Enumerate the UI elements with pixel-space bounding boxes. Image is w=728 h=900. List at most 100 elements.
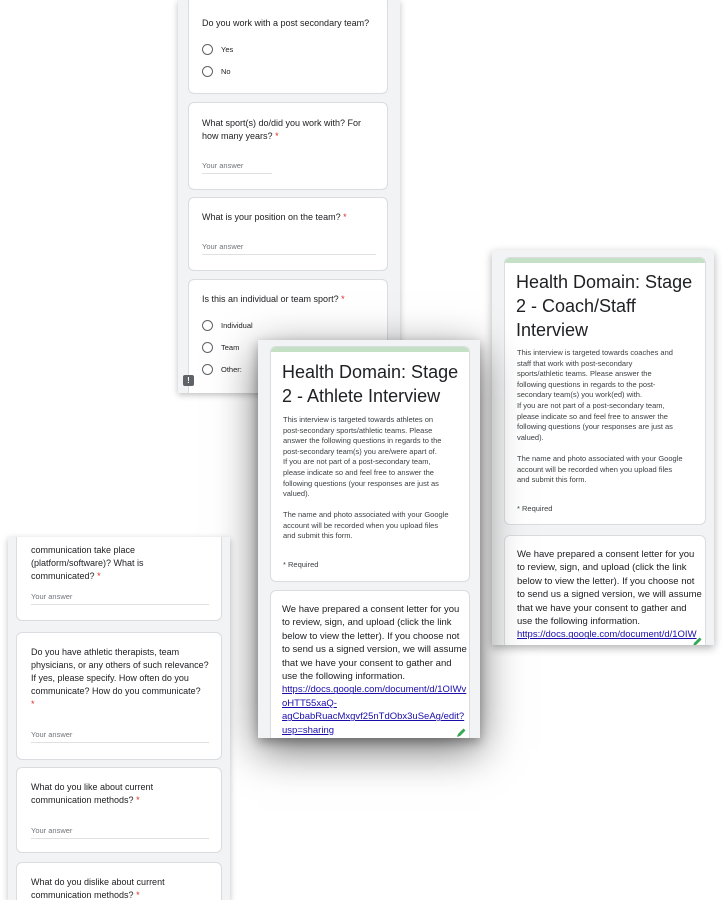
radio-label: No — [221, 67, 231, 76]
coach-form-panel: Health Domain: Stage 2 - Coach/Staff Int… — [492, 250, 714, 645]
bottom-form-panel: communication take place (platform/softw… — [8, 537, 230, 900]
desc-line: If you are not part of a post-secondary … — [283, 457, 431, 467]
consent-letter-link[interactable]: https://docs.google.com/document/d/1OIW — [517, 628, 703, 641]
question-card-communication-platform: communication take place (platform/softw… — [16, 537, 222, 621]
radio-label: Individual — [221, 321, 253, 330]
link-line: https://docs.google.com/document/d/1OIWv — [282, 684, 467, 696]
radio-label: Team — [221, 343, 240, 352]
radio-circle-icon — [202, 342, 213, 353]
required-asterisk: * — [275, 131, 279, 141]
question-text: communication take place (platform/softw… — [31, 544, 144, 583]
radio-yes[interactable]: Yes — [202, 44, 233, 55]
question-text: Do you work with a post secondary team? — [202, 18, 370, 28]
radio-label: Yes — [221, 45, 234, 54]
question-line: communicated? — [31, 571, 95, 581]
notice-line: and submit this form. — [517, 475, 587, 485]
title-line: Health Domain: Stage — [282, 362, 459, 382]
consent-text: We have prepared a consent letter for yo… — [282, 603, 468, 737]
header-accent-bar — [505, 258, 705, 263]
consent-line: that we have your consent to gather and — [517, 602, 687, 614]
question-card-therapists: Do you have athletic therapists, team ph… — [16, 632, 222, 760]
form-header-card: Health Domain: Stage 2 - Athlete Intervi… — [270, 346, 470, 582]
link-line: oHTT55xaQ- — [282, 697, 337, 709]
question-text: Do you have athletic therapists, team ph… — [31, 646, 209, 711]
question-card-sport: What sport(s) do/did you work with? For … — [188, 102, 388, 190]
answer-input[interactable]: Your answer — [31, 592, 209, 605]
radio-individual[interactable]: Individual — [202, 320, 253, 331]
pencil-icon[interactable] — [455, 727, 467, 738]
question-text: What do you dislike about current commun… — [31, 876, 165, 900]
question-line: What do you like about current — [31, 782, 154, 792]
question-line: What sport(s) do/did you work with? For — [202, 118, 362, 128]
notice-line: account will be recorded when you upload… — [517, 464, 673, 474]
radio-circle-icon — [202, 364, 213, 375]
answer-input[interactable]: Your answer — [202, 242, 376, 255]
required-asterisk: * — [31, 699, 35, 709]
radio-circle-icon — [202, 44, 213, 55]
link-line: usp=sharing — [282, 724, 335, 736]
feedback-icon[interactable]: ! — [183, 375, 194, 386]
required-note: * Required — [283, 560, 319, 569]
desc-line: This interview is targeted towards coach… — [517, 348, 673, 357]
question-line: how many years? — [202, 131, 273, 141]
form-title: Health Domain: Stage 2 - Athlete Intervi… — [282, 360, 458, 408]
form-header-card: Health Domain: Stage 2 - Coach/Staff Int… — [504, 257, 706, 525]
question-card-like-methods: What do you like about current communica… — [16, 767, 222, 853]
radio-team[interactable]: Team — [202, 342, 239, 353]
question-line: communication take place — [31, 545, 136, 555]
desc-line: If you are not part of a post-secondary … — [517, 400, 665, 410]
question-line: If yes, please specify. How often do you — [31, 673, 189, 683]
question-text: What is your position on the team? * — [202, 211, 347, 224]
question-line: (platform/software)? What is — [31, 558, 144, 568]
top-form-panel: Do you work with a post secondary team? … — [178, 0, 400, 393]
required-asterisk: * — [136, 890, 140, 900]
desc-line: valued). — [517, 432, 544, 442]
desc-line: following questions (your responses are … — [517, 422, 673, 432]
desc-line: post-secondary sports/athletic teams. Pl… — [283, 425, 433, 435]
desc-line: valued). — [283, 489, 310, 499]
desc-line: following questions (your responses are … — [283, 478, 439, 488]
account-notice: The name and photo associated with your … — [517, 454, 699, 486]
question-text: What do you like about current communica… — [31, 781, 153, 807]
consent-line: to review, sign, and upload (click the l… — [517, 562, 687, 574]
desc-line: answer the following questions in regard… — [283, 436, 442, 446]
pencil-icon[interactable] — [691, 636, 703, 645]
question-card-dislike-methods: What do you dislike about current commun… — [16, 862, 222, 900]
form-description: This interview is targeted towards coach… — [517, 348, 699, 443]
answer-input[interactable]: Your answer — [202, 161, 272, 174]
desc-line: sports/athletic teams. Please answer the — [517, 369, 652, 379]
question-line: communication methods? — [31, 890, 134, 900]
radio-other[interactable]: Other: — [202, 364, 242, 375]
required-asterisk: * — [97, 571, 101, 581]
answer-input[interactable]: Your answer — [31, 826, 209, 839]
question-line: communicate? How do you communicate? — [31, 686, 201, 696]
desc-line: This interview is targeted towards athle… — [283, 415, 434, 424]
question-text: What sport(s) do/did you work with? For … — [202, 117, 361, 143]
consent-letter-link[interactable]: https://docs.google.com/document/d/1OIWv… — [282, 683, 468, 737]
consent-line: to review, sign, and upload (click the l… — [282, 617, 452, 629]
title-line: Interview — [516, 320, 589, 340]
desc-line: staff that work with post-secondary — [517, 358, 633, 368]
desc-line: please indicate so and feel free to answ… — [283, 467, 434, 477]
question-line: Do you have athletic therapists, team — [31, 647, 180, 657]
required-asterisk: * — [343, 212, 347, 222]
question-card-position: What is your position on the team? * You… — [188, 197, 388, 271]
question-line: What is your position on the team? — [202, 212, 341, 222]
desc-line: please indicate so and feel free to answ… — [517, 411, 668, 421]
notice-line: The name and photo associated with your … — [517, 454, 683, 463]
link-line: agCbabRuacMxgvf25nTdObx3uSeAg/edit? — [282, 711, 465, 723]
required-asterisk: * — [136, 795, 140, 805]
consent-line: use the following information. — [282, 671, 406, 683]
consent-text: We have prepared a consent letter for yo… — [517, 548, 703, 642]
radio-label: Other: — [221, 365, 242, 374]
consent-line: We have prepared a consent letter for yo… — [517, 549, 695, 560]
consent-line: below to view the letter). If you choose… — [282, 630, 460, 642]
answer-input[interactable]: Your answer — [31, 730, 209, 743]
required-note: * Required — [517, 504, 553, 513]
consent-line: that we have your consent to gather and — [282, 657, 452, 669]
radio-no[interactable]: No — [202, 66, 231, 77]
consent-line: to send us a signed version, we will ass… — [517, 589, 702, 601]
question-line: communication methods? — [31, 795, 134, 805]
notice-line: and submit this form. — [283, 531, 353, 541]
consent-line: We have prepared a consent letter for yo… — [282, 604, 460, 615]
